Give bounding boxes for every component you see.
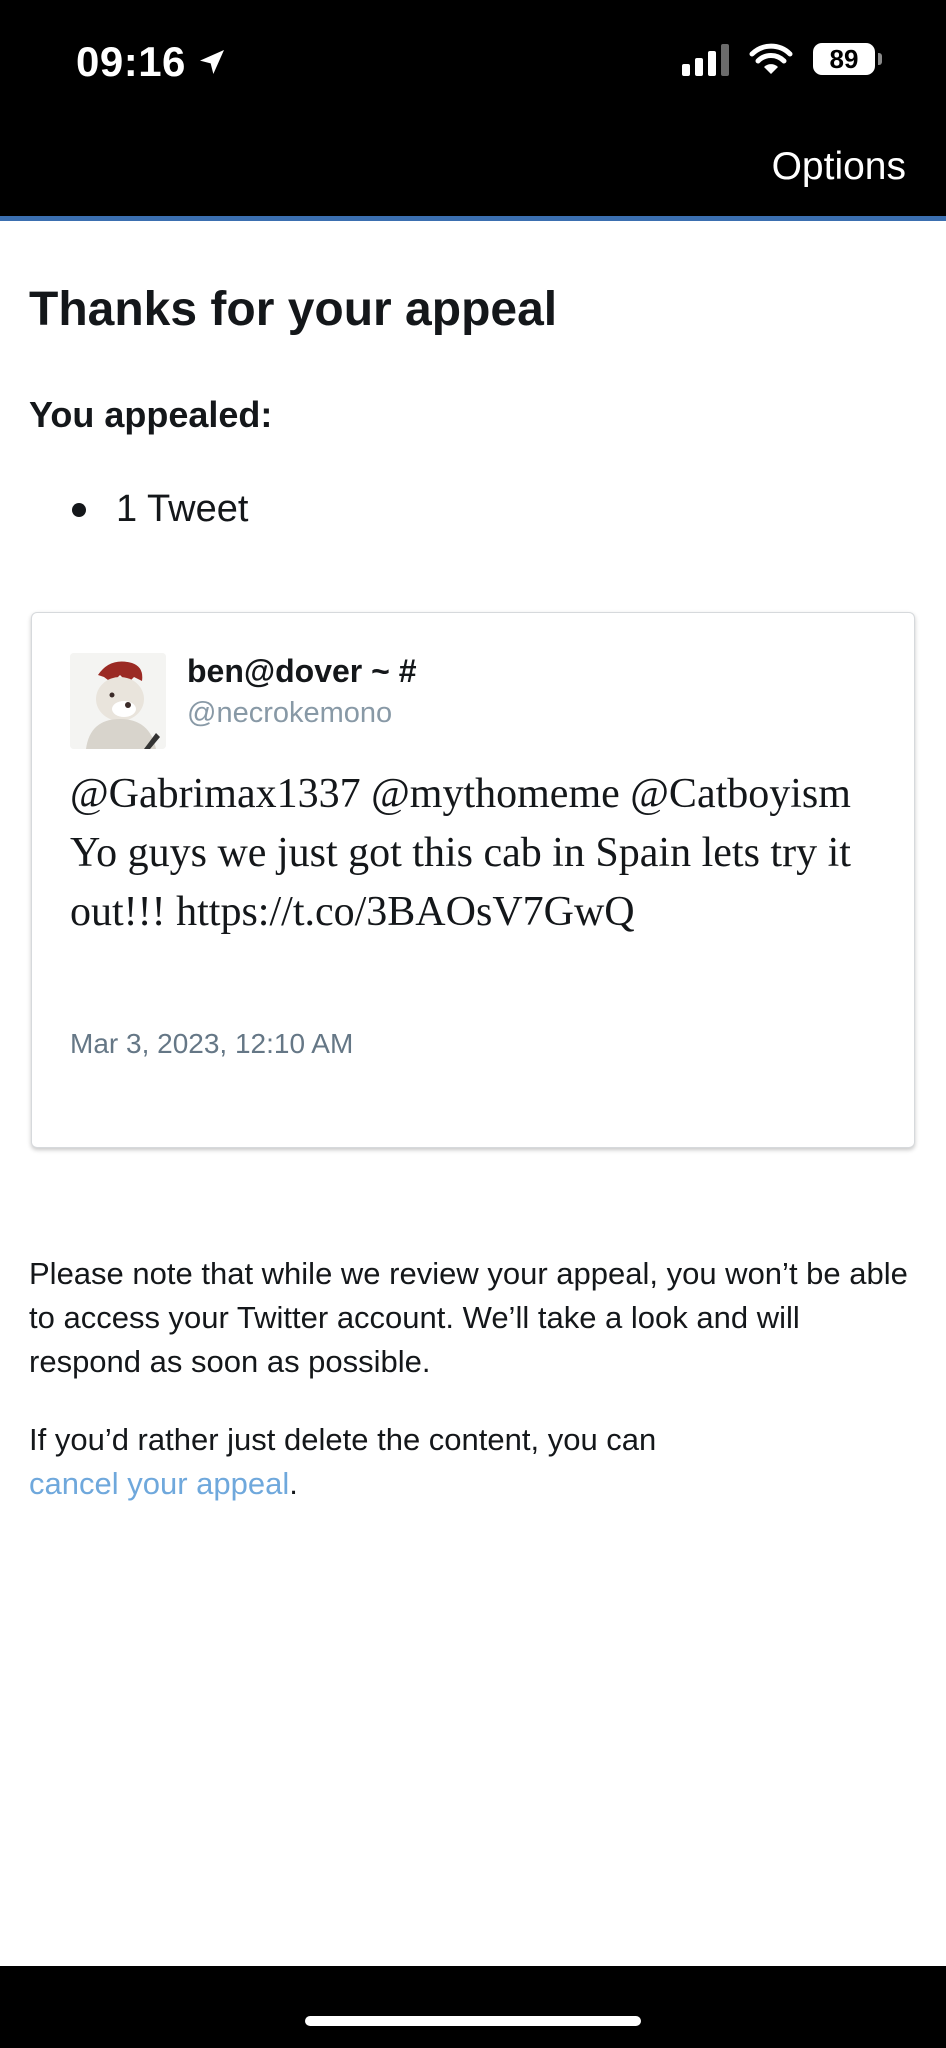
top-bar: 09:16 89 Options — [0, 0, 946, 216]
appealed-list-item: 1 Tweet — [72, 488, 248, 531]
appealed-list: 1 Tweet — [72, 488, 248, 531]
bottom-bar — [0, 1966, 946, 2048]
avatar — [70, 653, 166, 749]
delete-note: If you’d rather just delete the content,… — [29, 1418, 909, 1506]
status-time-text: 09:16 — [76, 38, 186, 85]
battery-level: 89 — [813, 43, 875, 75]
delete-note-text: If you’d rather just delete the content,… — [29, 1422, 657, 1457]
tweet-text: @Gabrimax1337 @mythomeme @Catboyism Yo g… — [70, 771, 851, 935]
page-title: Thanks for your appeal — [29, 283, 558, 336]
status-time: 09:16 — [76, 38, 228, 86]
appealed-item-label: 1 Tweet — [116, 488, 249, 530]
battery-icon: 89 — [813, 43, 882, 75]
header-accent-line — [0, 216, 946, 221]
tweet-date: Mar 3, 2023, 12:10 AM — [70, 1028, 354, 1059]
cellular-signal-icon — [682, 42, 729, 76]
review-notice: Please note that while we review your ap… — [29, 1256, 908, 1379]
location-arrow-icon — [199, 50, 224, 74]
wifi-icon — [749, 43, 793, 74]
bullet-icon — [72, 502, 86, 517]
cancel-appeal-link[interactable]: cancel your appeal — [29, 1466, 289, 1501]
options-button[interactable]: Options — [772, 145, 906, 189]
tweet-card: ben@dover ~ # @necrokemono @Gabrimax1337… — [31, 612, 915, 1148]
tweet-author-handle: @necrokemono — [187, 697, 393, 729]
appealed-heading: You appealed: — [29, 394, 273, 435]
tweet-author-name: ben@dover ~ # — [187, 653, 417, 689]
home-indicator[interactable] — [305, 2016, 641, 2026]
status-indicators: 89 — [682, 42, 882, 76]
delete-note-suffix: . — [289, 1466, 298, 1501]
